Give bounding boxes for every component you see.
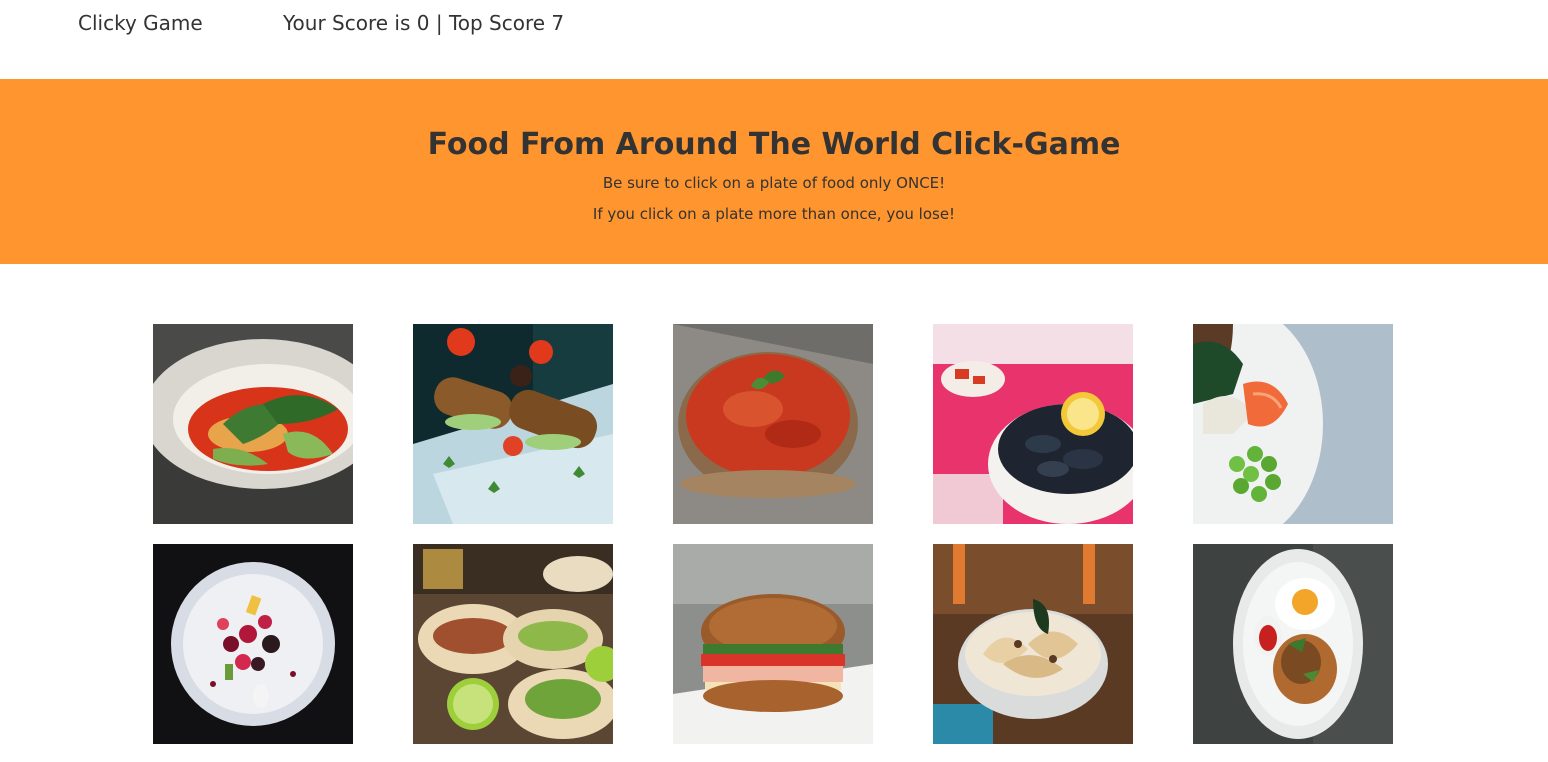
food-card-5[interactable]	[1193, 324, 1393, 524]
hero-instruction-2: If you click on a plate more than once, …	[592, 205, 956, 223]
food-card-8[interactable]	[673, 544, 873, 744]
noodle-soup-image	[153, 324, 353, 524]
egg-plate-image	[1193, 544, 1393, 744]
navbar: Clicky Game Your Score is 0 | Top Score …	[0, 0, 1548, 79]
food-card-4[interactable]	[933, 324, 1133, 524]
food-card-10[interactable]	[1193, 544, 1393, 744]
tomato-tart-image	[673, 324, 873, 524]
food-card-9[interactable]	[933, 544, 1133, 744]
sesame-skewers-image	[413, 324, 613, 524]
food-card-2[interactable]	[413, 324, 613, 524]
pasta-bowl-image	[933, 544, 1133, 744]
hero-instruction-1: Be sure to click on a plate of food only…	[602, 174, 946, 192]
salmon-bowl-image	[1193, 324, 1393, 524]
food-card-7[interactable]	[413, 544, 613, 744]
brand-link[interactable]: Clicky Game	[78, 11, 203, 35]
food-card-1[interactable]	[153, 324, 353, 524]
food-card-6[interactable]	[153, 544, 353, 744]
mussels-image	[933, 324, 1133, 524]
sandwich-image	[673, 544, 873, 744]
berry-salad-image	[153, 544, 353, 744]
hero-banner: Food From Around The World Click-Game Be…	[0, 79, 1548, 264]
food-card-grid	[153, 324, 1393, 744]
hero-title: Food From Around The World Click-Game	[427, 127, 1121, 162]
food-card-3[interactable]	[673, 324, 873, 524]
tacos-image	[413, 544, 613, 744]
score-display: Your Score is 0 | Top Score 7	[283, 11, 565, 35]
